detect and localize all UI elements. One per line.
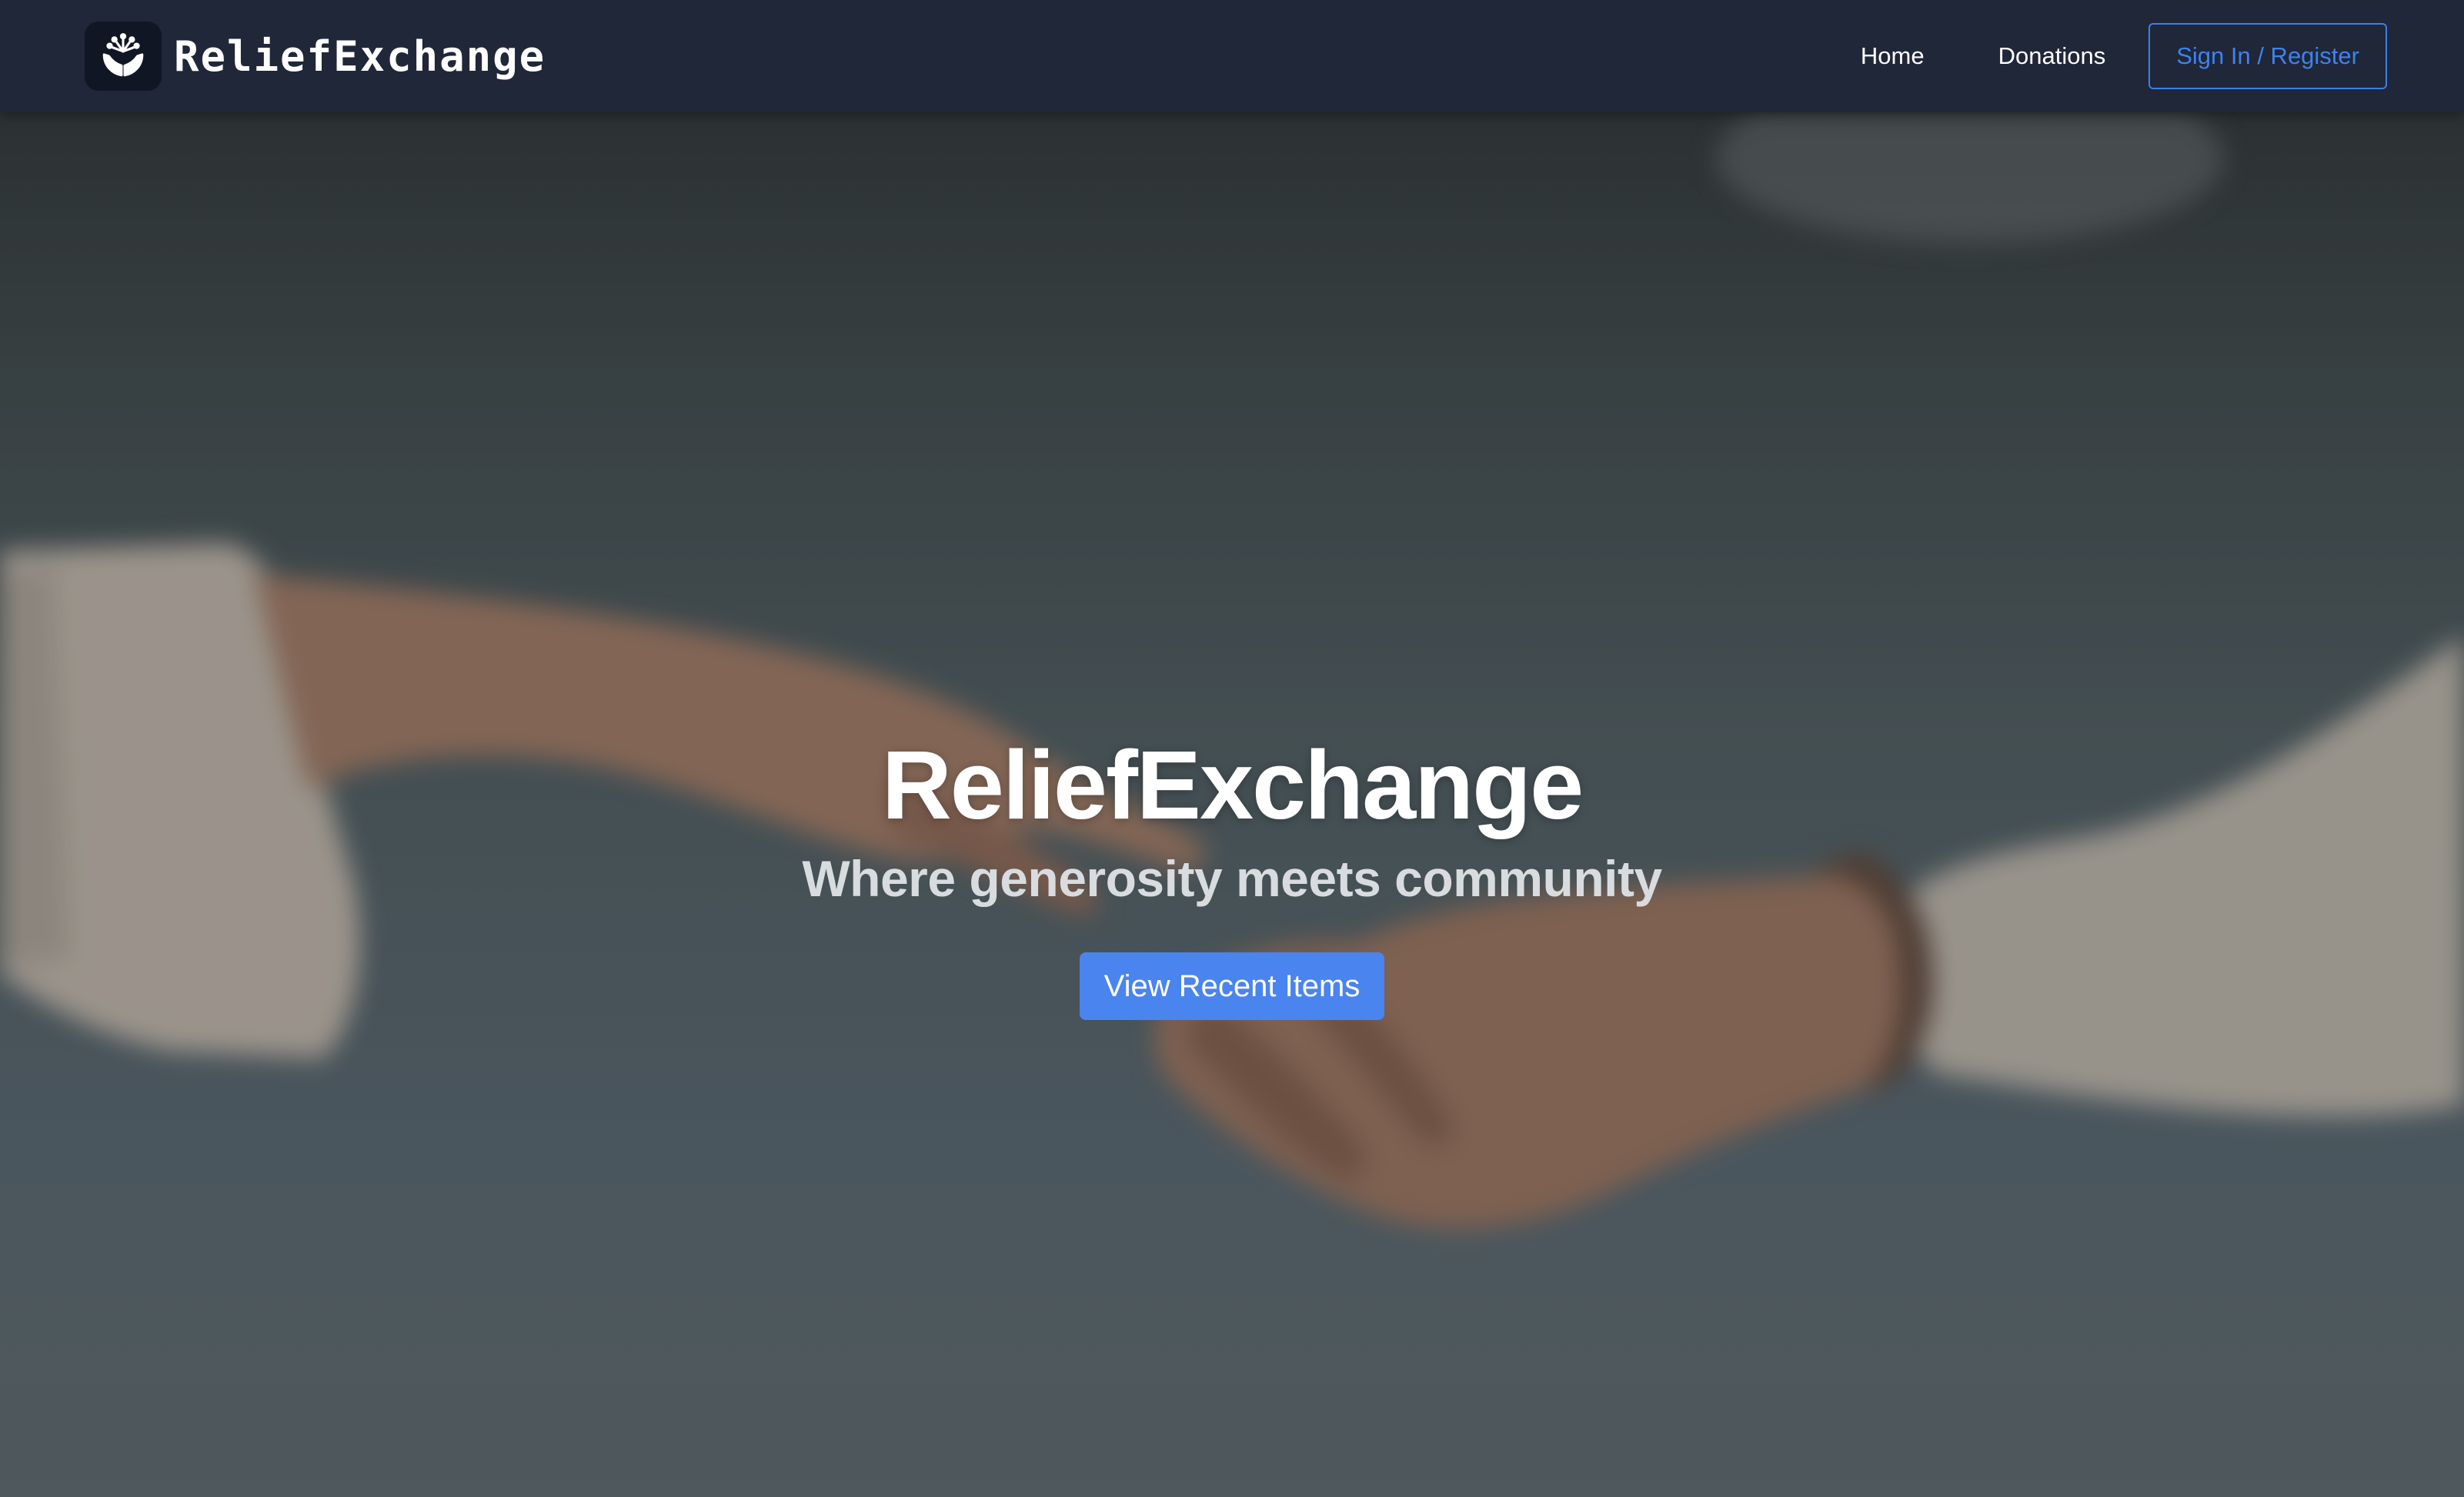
hero-title: ReliefExchange (881, 731, 1584, 839)
nav-link-donations[interactable]: Donations (1998, 42, 2106, 70)
nav-links: Home Donations Sign In / Register (1861, 23, 2387, 89)
sign-in-register-button[interactable]: Sign In / Register (2148, 23, 2387, 89)
nav-link-home[interactable]: Home (1861, 42, 1925, 70)
brand-name: ReliefExchange (174, 32, 546, 81)
brand-link[interactable]: ReliefExchange (85, 22, 546, 91)
hero-subtitle: Where generosity meets community (802, 850, 1662, 907)
page: ReliefExchange Home Donations Sign In / … (0, 0, 2464, 1497)
view-recent-items-button[interactable]: View Recent Items (1079, 952, 1385, 1020)
hero-content: ReliefExchange Where generosity meets co… (0, 728, 2464, 1020)
hero-section: ReliefExchange Where generosity meets co… (0, 112, 2464, 1497)
hands-with-sprout-icon (85, 22, 162, 91)
navbar: ReliefExchange Home Donations Sign In / … (0, 0, 2464, 112)
